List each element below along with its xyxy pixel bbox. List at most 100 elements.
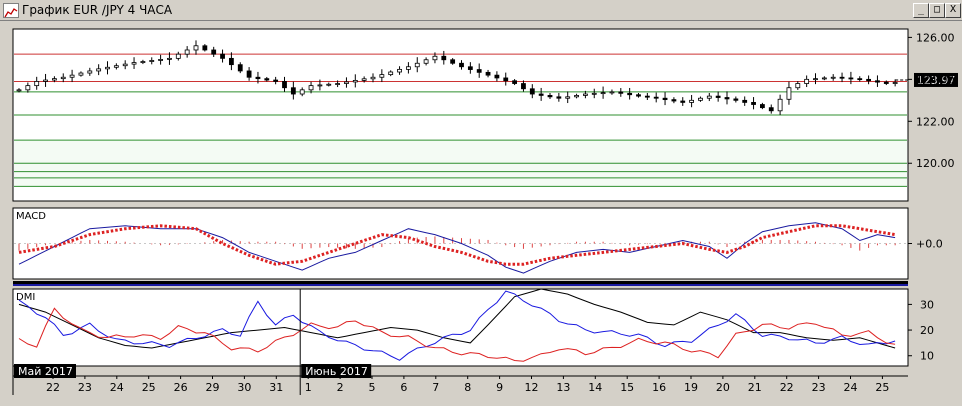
x-tick-label: 22 xyxy=(780,381,794,394)
candle-body xyxy=(432,55,438,61)
candle-body xyxy=(264,78,270,81)
candle-body xyxy=(662,97,668,101)
candle-body xyxy=(733,98,739,101)
candle-body xyxy=(87,70,93,74)
x-tick-label: 21 xyxy=(748,381,762,394)
window-titlebar: График EUR /JPY 4 ЧАСА _ □ X xyxy=(0,0,962,21)
candle-body xyxy=(751,102,756,105)
x-tick-label: 16 xyxy=(652,381,666,394)
candle-body xyxy=(777,98,783,112)
month-label: Июнь 2017 xyxy=(305,365,368,378)
candle-body xyxy=(680,100,686,103)
dmi-tick-label: 30 xyxy=(920,298,934,311)
candle-body xyxy=(105,66,110,70)
x-tick-label: 7 xyxy=(432,381,439,394)
candle-body xyxy=(821,77,827,80)
x-tick-label: 8 xyxy=(464,381,471,394)
candle-body xyxy=(379,74,385,78)
x-tick-label: 14 xyxy=(588,381,602,394)
candle-body xyxy=(866,78,871,82)
candle-body xyxy=(60,76,66,80)
candle-body xyxy=(352,79,358,83)
candle-body xyxy=(69,74,75,78)
candle-body xyxy=(476,69,482,73)
x-tick-label: 6 xyxy=(400,381,407,394)
candle-body xyxy=(131,62,137,65)
candle-body xyxy=(175,53,181,59)
x-tick-label: 23 xyxy=(78,381,92,394)
candle-body xyxy=(122,63,128,67)
candle-body xyxy=(52,78,57,81)
candle-body xyxy=(211,49,217,55)
close-button[interactable]: X xyxy=(945,3,961,18)
candle-body xyxy=(591,92,597,95)
restore-button[interactable]: □ xyxy=(929,3,945,18)
candle-body xyxy=(361,78,367,81)
candle-body xyxy=(441,55,447,61)
candle-body xyxy=(565,96,571,99)
x-tick-label: 12 xyxy=(525,381,539,394)
dmi-tick-label: 20 xyxy=(920,324,934,337)
x-tick-label: 5 xyxy=(369,381,376,394)
macd-title: MACD xyxy=(16,211,46,222)
panel-separator xyxy=(13,281,908,284)
candle-body xyxy=(503,77,509,82)
candle-body xyxy=(644,95,650,98)
price-tick-label: 120.00 xyxy=(916,157,955,170)
candle-body xyxy=(16,89,22,92)
candle-body xyxy=(653,96,659,99)
candle-body xyxy=(317,84,323,87)
minimize-button[interactable]: _ xyxy=(913,3,929,18)
candle-body xyxy=(848,77,854,80)
candle-body xyxy=(335,83,341,85)
x-tick-label: 24 xyxy=(844,381,858,394)
x-tick-label: 25 xyxy=(875,381,889,394)
candle-body xyxy=(246,70,252,78)
candle-body xyxy=(344,81,349,84)
eurjpy-chart[interactable]: 123.97126.00124.00122.00120.00MACD+0.0DM… xyxy=(0,21,962,406)
candle-body xyxy=(574,95,579,98)
candle-body xyxy=(423,59,429,64)
candle-body xyxy=(689,99,694,103)
candle-body xyxy=(600,92,606,95)
candle-body xyxy=(786,87,792,100)
candle-body xyxy=(892,82,898,84)
candle-body xyxy=(627,92,633,96)
x-tick-label: 1 xyxy=(305,381,312,394)
candle-body xyxy=(167,57,172,60)
candle-body xyxy=(308,85,314,91)
candle-body xyxy=(370,76,376,80)
candle-body xyxy=(583,93,588,96)
candle-body xyxy=(113,65,119,68)
candle-body xyxy=(529,88,535,95)
macd-tick-label: +0.0 xyxy=(916,238,943,251)
candle-body xyxy=(299,89,305,95)
x-tick-label: 22 xyxy=(46,381,60,394)
x-tick-label: 26 xyxy=(174,381,188,394)
candle-body xyxy=(760,104,765,109)
candle-body xyxy=(282,81,287,89)
candle-body xyxy=(34,81,40,87)
candle-body xyxy=(467,66,473,70)
candle-body xyxy=(512,80,517,84)
candle-body xyxy=(609,91,615,94)
x-tick-label: 2 xyxy=(337,381,344,394)
candle-body xyxy=(405,66,411,70)
x-tick-label: 29 xyxy=(206,381,220,394)
candle-body xyxy=(326,83,332,86)
candle-body xyxy=(618,91,624,94)
candle-body xyxy=(857,78,863,81)
candle-body xyxy=(698,97,703,101)
candle-body xyxy=(397,68,402,73)
candle-body xyxy=(78,72,84,76)
candle-body xyxy=(290,87,296,95)
dmi-title: DMI xyxy=(16,292,35,303)
x-tick-label: 15 xyxy=(620,381,634,394)
candle-body xyxy=(875,80,880,83)
candle-body xyxy=(795,83,801,89)
candle-body xyxy=(636,94,641,97)
candle-body xyxy=(184,49,190,55)
x-tick-label: 20 xyxy=(716,381,730,394)
candle-body xyxy=(839,76,845,79)
panel-separator-accent xyxy=(13,284,908,286)
